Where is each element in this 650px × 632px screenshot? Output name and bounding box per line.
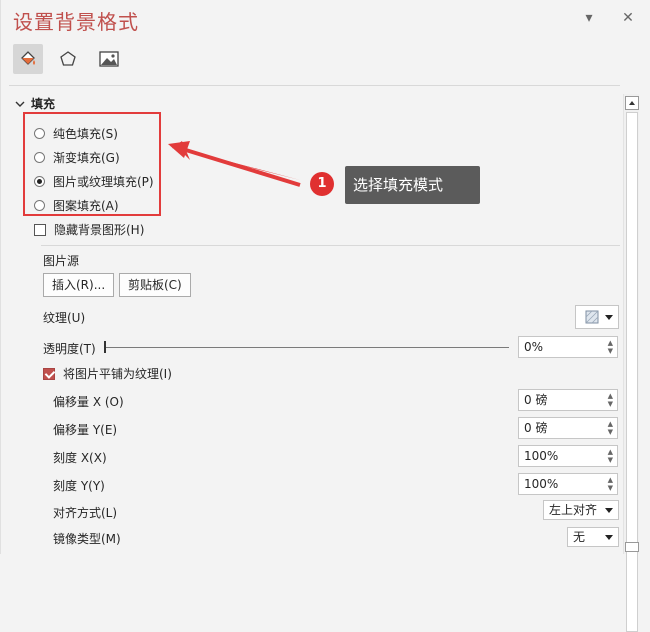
hide-background-graphics-checkbox[interactable]: 隐藏背景图形(H): [34, 221, 144, 238]
mirror-type-value: 无: [573, 530, 586, 544]
transparency-input[interactable]: 0% ▲ ▼: [518, 336, 618, 358]
spinner-arrows-icon[interactable]: ▲ ▼: [608, 476, 613, 492]
caret-up-icon: [629, 101, 635, 105]
transparency-slider-track[interactable]: [104, 347, 509, 348]
picture-icon: [99, 51, 119, 67]
scale-x-input[interactable]: 100% ▲ ▼: [518, 445, 618, 467]
annotation-highlight-box: [23, 112, 161, 216]
pane-options-button[interactable]: ▾: [579, 8, 599, 28]
spinner-arrows-icon[interactable]: ▲ ▼: [608, 448, 613, 464]
scale-y-label: 刻度 Y(Y): [53, 479, 105, 493]
caret-down-icon: [605, 315, 613, 320]
texture-dropdown[interactable]: [575, 305, 619, 329]
texture-swatch-icon: [585, 310, 599, 324]
chevron-down-icon: ▾: [585, 10, 593, 26]
transparency-value: 0%: [524, 340, 544, 354]
scale-x-value: 100%: [524, 449, 559, 463]
offset-y-row: 偏移量 Y(E): [53, 421, 117, 438]
tab-divider: [9, 85, 620, 86]
step-number-badge: 1: [310, 172, 334, 196]
collapse-chevron-icon: [15, 101, 25, 107]
clipboard-button[interactable]: 剪贴板(C): [119, 273, 191, 297]
alignment-row: 对齐方式(L): [53, 504, 117, 521]
format-background-pane: 设置背景格式 ▾ ✕ 填充 纯色填充(S) 渐变填充(G) 图片或纹理填充(P)…: [0, 0, 650, 632]
tab-picture[interactable]: [94, 44, 124, 74]
pentagon-icon: [60, 51, 76, 66]
spinner-arrows-icon[interactable]: ▲ ▼: [608, 392, 613, 408]
caret-down-icon: [605, 508, 613, 513]
mirror-type-label: 镜像类型(M): [53, 532, 121, 546]
alignment-dropdown[interactable]: 左上对齐: [543, 500, 619, 520]
offset-x-label: 偏移量 X (O): [53, 395, 124, 409]
pane-title: 设置背景格式: [13, 10, 139, 34]
fill-section-label: 填充: [31, 97, 56, 111]
offset-y-value: 0 磅: [524, 421, 548, 435]
transparency-label: 透明度(T): [43, 342, 96, 356]
checkbox-indicator[interactable]: [34, 223, 46, 236]
texture-label: 纹理(U): [43, 311, 86, 325]
section-divider: [41, 245, 620, 246]
offset-x-input[interactable]: 0 磅 ▲ ▼: [518, 389, 618, 411]
mirror-type-row: 镜像类型(M): [53, 530, 121, 547]
scale-y-input[interactable]: 100% ▲ ▼: [518, 473, 618, 495]
offset-x-value: 0 磅: [524, 393, 548, 407]
picture-source-label: 图片源: [43, 254, 80, 268]
spinner-arrows-icon[interactable]: ▲ ▼: [608, 339, 613, 355]
offset-y-label: 偏移量 Y(E): [53, 423, 118, 437]
alignment-value: 左上对齐: [549, 503, 598, 517]
alignment-label: 对齐方式(L): [53, 506, 118, 520]
transparency-row: 透明度(T): [43, 340, 96, 357]
annotation-callout: 选择填充模式: [345, 166, 480, 204]
scroll-thumb[interactable]: [626, 112, 638, 632]
picture-source-heading: 图片源: [43, 252, 79, 269]
tab-fill-line[interactable]: [13, 44, 43, 74]
texture-row: 纹理(U): [43, 309, 85, 326]
tab-effects[interactable]: [53, 44, 83, 74]
scale-x-row: 刻度 X(X): [53, 449, 107, 466]
vertical-scrollbar[interactable]: [623, 94, 639, 632]
fill-section-header[interactable]: 填充: [15, 95, 55, 112]
transparency-slider-thumb[interactable]: [104, 341, 106, 353]
offset-x-row: 偏移量 X (O): [53, 393, 124, 410]
hide-background-graphics-label: 隐藏背景图形(H): [54, 223, 145, 237]
offset-y-input[interactable]: 0 磅 ▲ ▼: [518, 417, 618, 439]
scale-y-row: 刻度 Y(Y): [53, 477, 105, 494]
scroll-up-button[interactable]: [625, 96, 639, 110]
close-icon: ✕: [622, 10, 634, 26]
checkbox-indicator-checked[interactable]: [43, 367, 55, 380]
scale-x-label: 刻度 X(X): [53, 451, 107, 465]
insert-picture-button[interactable]: 插入(R)...: [43, 273, 115, 297]
paint-bucket-icon: [21, 51, 35, 65]
close-button[interactable]: ✕: [618, 8, 638, 28]
tile-as-texture-checkbox[interactable]: 将图片平铺为纹理(I): [43, 365, 172, 382]
scroll-down-button[interactable]: [625, 542, 639, 552]
tile-as-texture-label: 将图片平铺为纹理(I): [63, 367, 172, 381]
caret-down-icon: [605, 535, 613, 540]
mirror-type-dropdown[interactable]: 无: [567, 527, 619, 547]
scale-y-value: 100%: [524, 477, 559, 491]
spinner-arrows-icon[interactable]: ▲ ▼: [608, 420, 613, 436]
